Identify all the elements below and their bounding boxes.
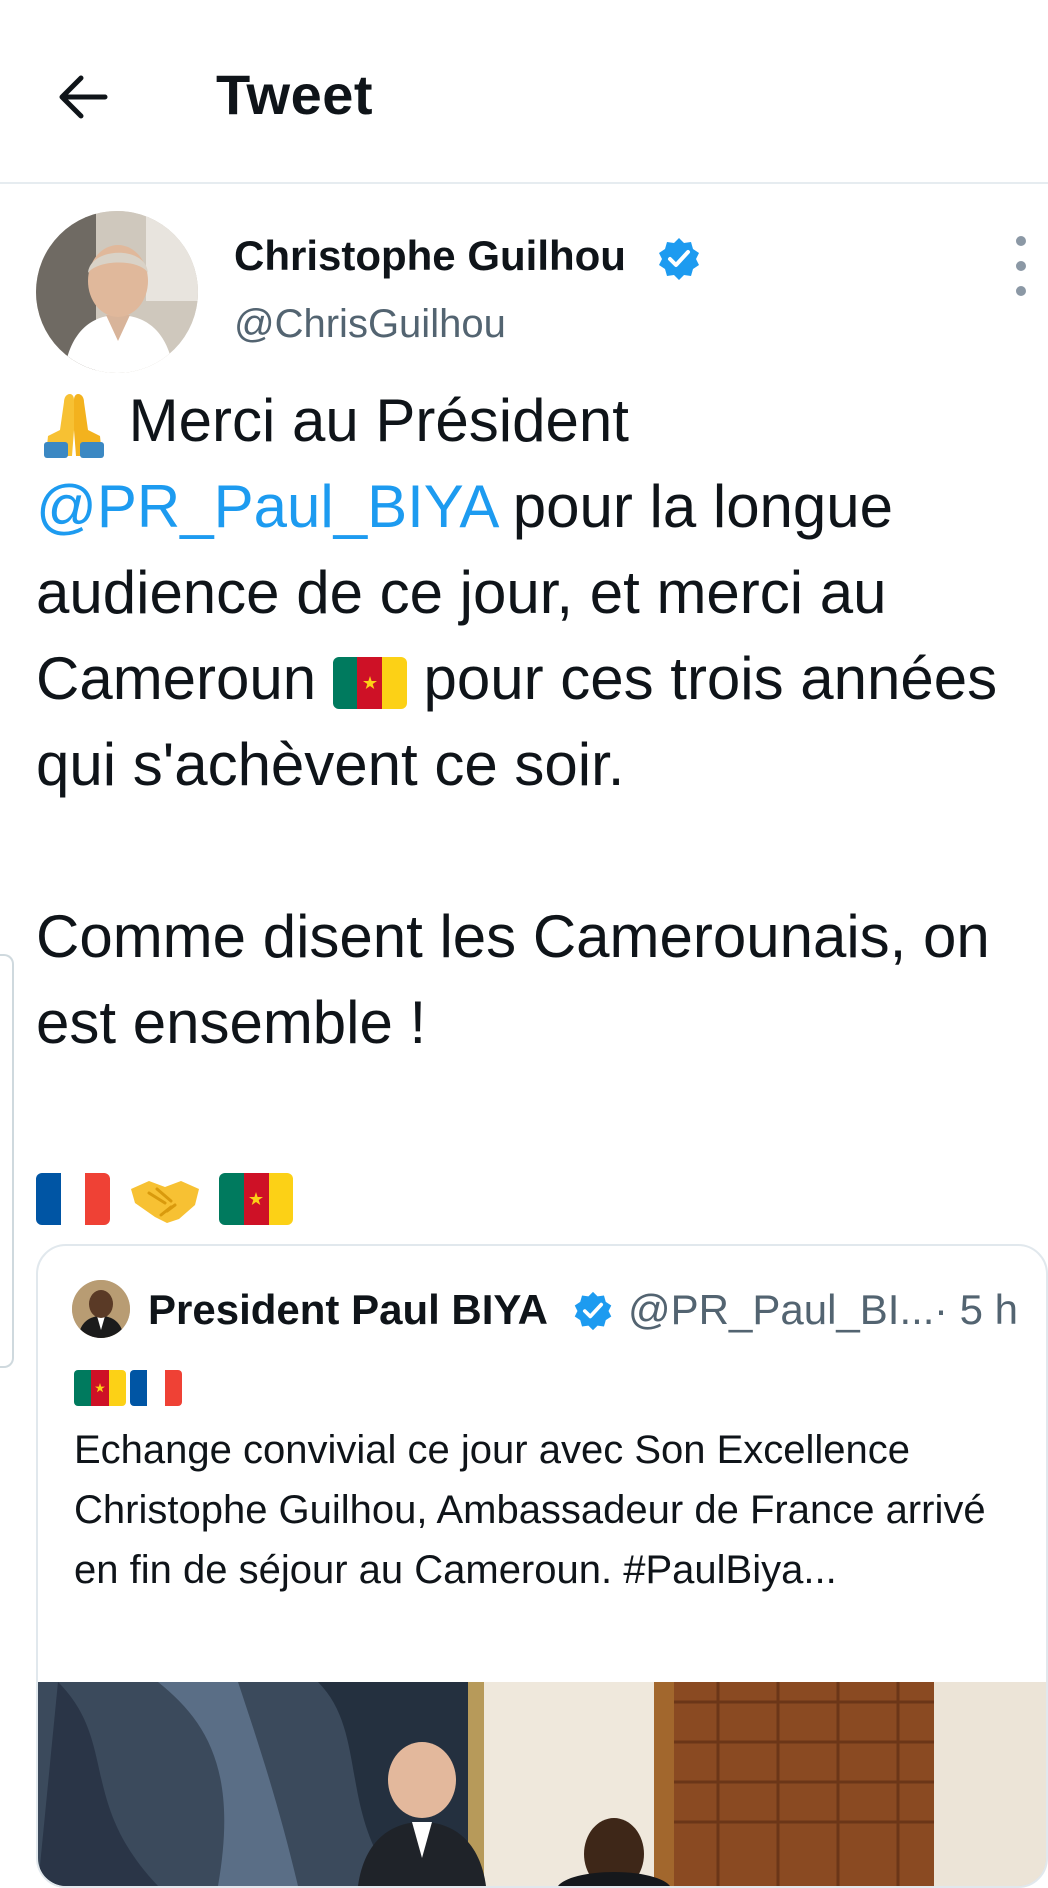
mention-link[interactable]: @PR_Paul_BIYA (36, 473, 496, 540)
tweet-text: Merci au Président @PR_Paul_BIYA pour la… (36, 378, 1036, 1238)
verified-badge-icon (574, 1291, 612, 1331)
more-vertical-icon (1016, 236, 1026, 246)
quoted-author-name: President Paul BIYA (148, 1286, 548, 1333)
quoted-flags (74, 1370, 186, 1406)
quoted-tweet-card[interactable]: President Paul BIYA @PR_Paul_BI... · 5 h… (36, 1244, 1048, 1888)
page-title: Tweet (216, 63, 374, 126)
edge-drag-handle[interactable] (0, 954, 14, 1368)
france-flag-icon (130, 1370, 182, 1406)
handshake-icon (130, 1181, 199, 1224)
verified-badge-icon (659, 238, 699, 280)
quoted-author-avatar[interactable] (72, 1280, 130, 1338)
quoted-tweet-text: Echange convivial ce jour avec Son Excel… (74, 1428, 986, 1592)
france-flag-icon (36, 1173, 110, 1226)
author-avatar[interactable] (36, 211, 198, 373)
arrow-left-icon (59, 75, 108, 119)
more-options-button[interactable] (1006, 236, 1036, 296)
back-button[interactable] (52, 66, 114, 128)
quoted-author-handle: @PR_Paul_BI... (628, 1286, 935, 1333)
top-bar: Tweet (0, 0, 1048, 184)
folded-hands-icon (44, 394, 104, 459)
quoted-timestamp: · 5 h (934, 1286, 1019, 1333)
cameroon-flag-icon (332, 657, 407, 710)
author-handle[interactable]: @ChrisGuilhou (234, 302, 506, 347)
cameroon-flag-icon (74, 1370, 126, 1406)
tweet-text-part-1: Merci au Président (128, 387, 629, 454)
cameroon-flag-icon (219, 1173, 294, 1226)
author-name[interactable]: Christophe Guilhou (234, 232, 626, 280)
tweet-text-paragraph-2: Comme disent les Camerounais, on est ens… (36, 903, 990, 1056)
quoted-tweet-photo[interactable] (38, 1682, 1046, 1886)
